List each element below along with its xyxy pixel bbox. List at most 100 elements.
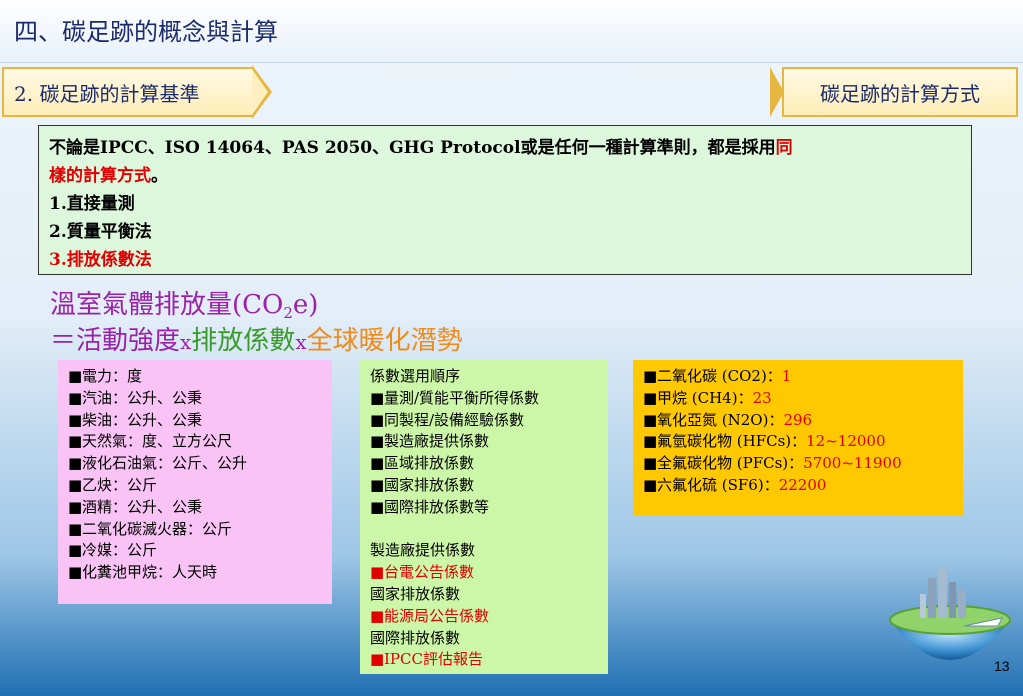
list-item: ■汽油：公升、公秉 (68, 388, 322, 410)
formula-gwp: 全球暖化潛勢 (306, 326, 463, 356)
bullet-square-icon: ■ (643, 388, 658, 407)
bullet-square-icon: ■ (68, 432, 83, 451)
list-item: ■製造廠提供係數 (370, 431, 598, 453)
bullet-square-icon: ■ (643, 454, 658, 473)
source-label: 台電公告係數 (384, 563, 475, 582)
bullet-square-icon: ■ (370, 432, 385, 451)
gwp-value: 12~12000 (806, 432, 886, 451)
bullet-square-icon: ■ (643, 367, 658, 385)
list-item: ■電力：度 (68, 366, 322, 388)
tab-calculation-method-label: 碳足跡的計算方式 (820, 81, 980, 106)
method-intro: 不論是IPCC、ISO 14064、PAS 2050、GHG Protocol或… (49, 134, 961, 190)
gwp-panel: ■二氧化碳 (CO2)：1 ■甲烷 (CH4)：23 ■氧化亞氮 (N2O)：2… (633, 360, 963, 516)
formula-rhs: ＝活動強度x排放係數x全球暖化潛勢 (50, 320, 463, 357)
list-item: ■量測/質能平衡所得係數 (370, 388, 598, 410)
bullet-square-icon: ■ (68, 454, 83, 473)
gas-label: 二氧化碳 (CO2)： (657, 367, 782, 385)
list-item: ■甲烷 (CH4)：23 (643, 388, 953, 410)
bullet-square-icon: ■ (370, 454, 385, 473)
tab-calculation-basis-label: 2. 碳足跡的計算基準 (14, 81, 200, 106)
method-intro-highlight-2: 樣的計算方式 (49, 166, 151, 186)
gwp-value: 1 (781, 367, 792, 385)
source-label: 能源局公告係數 (384, 606, 490, 625)
tab-calculation-method[interactable]: 碳足跡的計算方式 (782, 67, 1018, 117)
activity-unit-label: 酒精：公升、公秉 (82, 497, 203, 516)
activity-unit-label: 電力：度 (82, 367, 143, 385)
factor-selection-panel: 係數選用順序 ■量測/質能平衡所得係數 ■同製程/設備經驗係數 ■製造廠提供係數… (360, 360, 608, 674)
activity-unit-label: 乙炔：公斤 (82, 475, 158, 494)
formula-lhs: 溫室氣體排放量(CO2e) (50, 284, 318, 322)
page-number: 13 (994, 658, 1010, 674)
activity-unit-label: 液化石油氣：公斤、公升 (82, 454, 248, 473)
bullet-square-icon: ■ (68, 563, 83, 582)
formula-emission-factor: 排放係數 (191, 326, 296, 356)
list-item: ■柴油：公升、公秉 (68, 410, 322, 432)
list-item: ■能源局公告係數 (370, 606, 598, 628)
source-label: IPCC評估報告 (384, 650, 483, 669)
bullet-square-icon: ■ (68, 541, 83, 560)
list-item: ■國際排放係數等 (370, 497, 598, 519)
list-item: ■天然氣：度、立方公尺 (68, 431, 322, 453)
gwp-value: 22200 (778, 475, 827, 494)
bullet-square-icon: ■ (643, 475, 658, 494)
source-category: 國家排放係數 (370, 584, 461, 603)
bullet-square-icon: ■ (68, 388, 83, 407)
bullet-square-icon: ■ (68, 410, 83, 429)
list-item: ■二氧化碳 (CO2)：1 (643, 366, 953, 388)
factor-panel-heading: 係數選用順序 (370, 367, 461, 385)
formula-activity: ＝活動強度 (50, 326, 181, 356)
activity-unit-label: 柴油：公升、公秉 (82, 410, 203, 429)
source-category: 製造廠提供係數 (370, 541, 476, 560)
method-item-direct-measure: 1.直接量測 (49, 194, 135, 214)
formula-lhs-end: e) (292, 290, 319, 320)
priority-label: 同製程/設備經驗係數 (384, 410, 525, 429)
bullet-square-icon: ■ (68, 475, 83, 494)
formula-times-2: x (295, 330, 307, 354)
list-item: ■全氟碳化物 (PFCs)：5700~11900 (643, 453, 953, 475)
source-category: 國際排放係數 (370, 628, 461, 647)
method-intro-highlight-1: 同 (775, 138, 793, 158)
priority-label: 製造廠提供係數 (384, 432, 490, 451)
list-item: ■六氟化硫 (SF6)：22200 (643, 475, 953, 497)
bullet-square-icon: ■ (68, 497, 83, 516)
list-item: ■乙炔：公斤 (68, 475, 322, 497)
priority-label: 區域排放係數 (384, 454, 475, 473)
priority-label: 量測/質能平衡所得係數 (384, 388, 540, 407)
bullet-square-icon: ■ (370, 410, 385, 429)
method-intro-text: 不論是IPCC、ISO 14064、PAS 2050、GHG Protocol或… (49, 138, 776, 158)
page-title: 四、碳足跡的概念與計算 (14, 18, 278, 46)
activity-unit-label: 天然氣：度、立方公尺 (82, 432, 233, 451)
bullet-square-icon: ■ (643, 432, 658, 451)
tab-calculation-basis[interactable]: 2. 碳足跡的計算基準 (2, 67, 254, 117)
list-item: ■酒精：公升、公秉 (68, 497, 322, 519)
bullet-square-icon: ■ (643, 410, 658, 429)
gas-label: 甲烷 (CH4)： (657, 388, 753, 407)
list-item: ■冷媒：公斤 (68, 540, 322, 562)
bullet-square-icon: ■ (370, 563, 385, 582)
activity-units-panel: ■電力：度 ■汽油：公升、公秉 ■柴油：公升、公秉 ■天然氣：度、立方公尺 ■液… (58, 360, 332, 604)
list-item: ■IPCC評估報告 (370, 649, 598, 671)
tab-arrow-fill (252, 69, 268, 115)
method-box: 不論是IPCC、ISO 14064、PAS 2050、GHG Protocol或… (38, 125, 972, 275)
activity-unit-label: 化糞池甲烷：人天時 (82, 563, 218, 582)
method-item-mass-balance: 2.質量平衡法 (49, 222, 152, 242)
gas-label: 氟氫碳化物 (HFCs)： (657, 432, 807, 451)
list-item: ■區域排放係數 (370, 453, 598, 475)
list-item: ■二氧化碳滅火器：公斤 (68, 519, 322, 541)
bullet-square-icon: ■ (68, 367, 83, 385)
gas-label: 全氟碳化物 (PFCs)： (657, 454, 804, 473)
list-item: ■同製程/設備經驗係數 (370, 410, 598, 432)
gwp-value: 23 (752, 388, 772, 407)
list-item: ■液化石油氣：公斤、公升 (68, 453, 322, 475)
gwp-value: 296 (783, 410, 813, 429)
priority-label: 國家排放係數 (384, 475, 475, 494)
bullet-square-icon: ■ (370, 388, 385, 407)
bullet-square-icon: ■ (370, 497, 385, 516)
gwp-value: 5700~11900 (803, 454, 902, 473)
formula-times-1: x (180, 330, 192, 354)
activity-unit-label: 二氧化碳滅火器：公斤 (82, 519, 233, 538)
bullet-square-icon: ■ (68, 519, 83, 538)
method-item-emission-factor: 3.排放係數法 (49, 250, 152, 270)
gas-label: 六氟化硫 (SF6)： (657, 475, 779, 494)
list-item: ■台電公告係數 (370, 562, 598, 584)
